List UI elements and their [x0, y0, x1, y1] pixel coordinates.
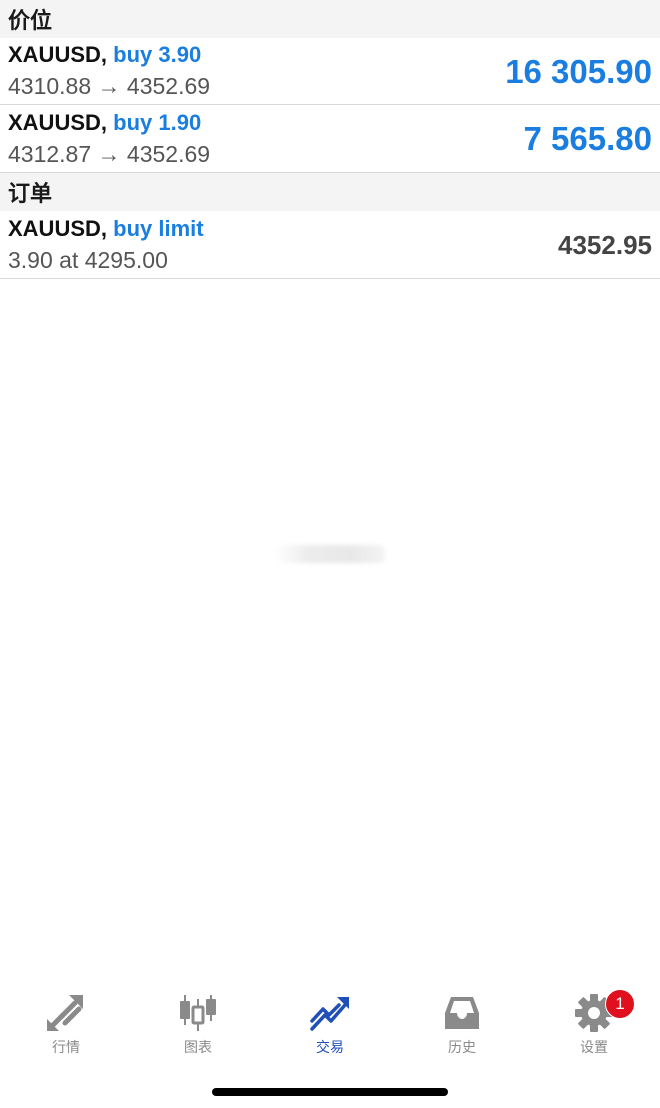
loading-placeholder [275, 545, 385, 563]
quotes-arrows-icon [45, 993, 87, 1033]
tab-quotes[interactable]: 行情 [0, 985, 132, 1060]
orders-section-title: 订单 [8, 182, 53, 207]
position-side: buy 1.90 [113, 110, 202, 135]
position-profit: 16 305.90 [505, 53, 652, 90]
tab-label: 图表 [184, 1040, 212, 1056]
position-symbol-line: XAUUSD, buy 1.90 [8, 110, 201, 136]
order-details: 3.90 at 4295.00 [8, 247, 168, 273]
position-symbol: XAUUSD, [8, 42, 108, 67]
position-prices: 4310.88 → 4352.69 [8, 73, 211, 99]
trade-trend-icon [309, 993, 351, 1033]
settings-gear-icon: 1 [573, 989, 635, 1033]
tab-charts[interactable]: 图表 [132, 985, 264, 1060]
position-row[interactable]: XAUUSD, buy 3.90 4310.88 → 4352.69 16 30… [0, 38, 660, 105]
position-symbol-line: XAUUSD, buy 3.90 [8, 42, 201, 68]
order-row[interactable]: XAUUSD, buy limit 3.90 at 4295.00 4352.9… [0, 211, 660, 279]
position-symbol: XAUUSD, [8, 110, 108, 135]
tab-label: 交易 [316, 1040, 344, 1056]
tab-label: 行情 [52, 1040, 80, 1056]
position-side: buy 3.90 [113, 42, 202, 67]
orders-section-header: 订单 [0, 173, 660, 211]
history-inbox-icon [441, 993, 483, 1033]
position-row[interactable]: XAUUSD, buy 1.90 4312.87 → 4352.69 7 565… [0, 105, 660, 173]
position-profit: 7 565.80 [523, 120, 652, 157]
tab-history[interactable]: 历史 [396, 985, 528, 1060]
position-prices: 4312.87 → 4352.69 [8, 141, 211, 167]
tab-label: 历史 [448, 1040, 476, 1056]
order-symbol: XAUUSD, [8, 216, 108, 241]
tab-settings[interactable]: 1 设置 [528, 985, 660, 1060]
order-side: buy limit [113, 216, 204, 241]
trade-screen: 价位 XAUUSD, buy 3.90 4310.88 → 4352.69 16… [0, 0, 660, 1108]
order-price: 4352.95 [558, 230, 652, 260]
positions-section-title: 价位 [8, 9, 53, 34]
bottom-tab-bar: 行情 图表 交易 历史 1 设置 [0, 985, 660, 1060]
tab-trade[interactable]: 交易 [264, 985, 396, 1060]
order-symbol-line: XAUUSD, buy limit [8, 216, 204, 242]
notification-badge: 1 [605, 989, 635, 1019]
home-indicator [212, 1088, 448, 1096]
candlestick-chart-icon [177, 993, 219, 1033]
positions-section-header: 价位 [0, 0, 660, 38]
tab-label: 设置 [580, 1040, 608, 1056]
